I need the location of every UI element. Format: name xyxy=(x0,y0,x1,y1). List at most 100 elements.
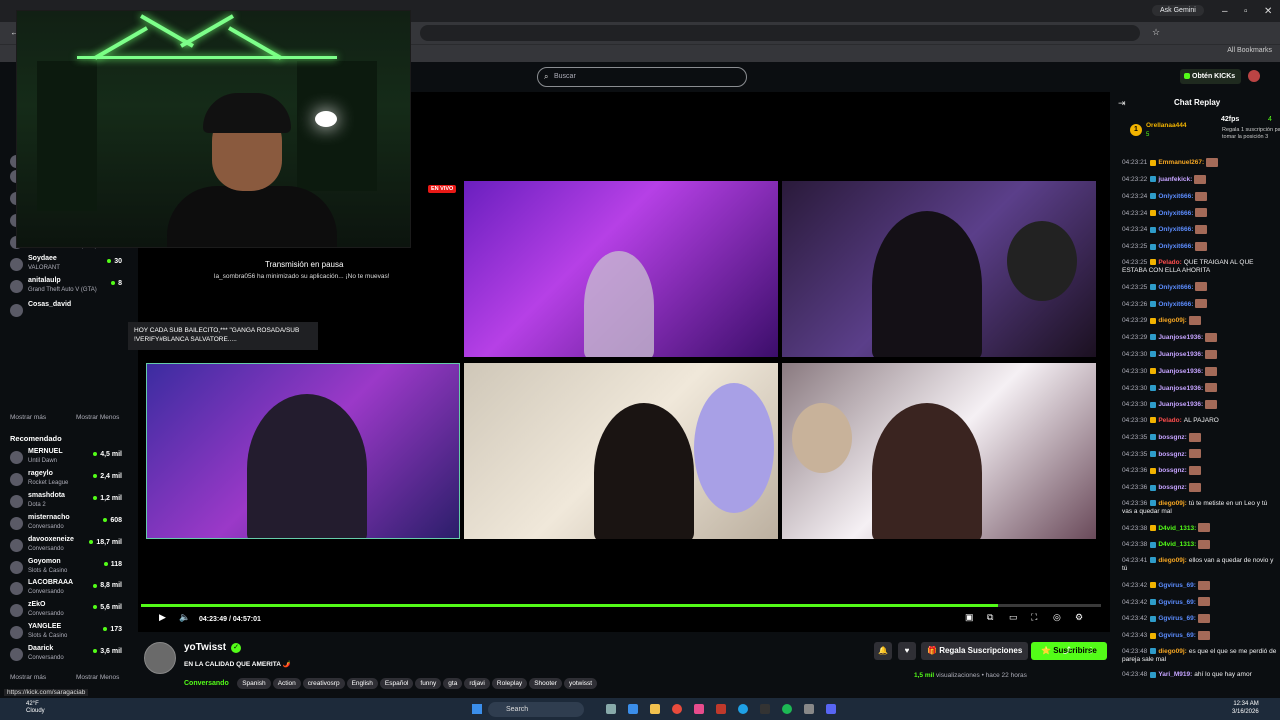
chrome-icon[interactable] xyxy=(672,704,682,714)
volume-icon[interactable]: 🔈 xyxy=(179,612,190,623)
copilot-icon[interactable] xyxy=(628,704,638,714)
file-explorer-icon[interactable] xyxy=(650,704,660,714)
message-username[interactable]: Ggvirus_69: xyxy=(1158,599,1196,606)
message-username[interactable]: Juanjose1936: xyxy=(1158,351,1203,358)
tag-chip[interactable]: creativosrp xyxy=(302,678,345,689)
message-username[interactable]: Onlyxit666: xyxy=(1158,284,1193,291)
message-username[interactable]: D4vid_1313: xyxy=(1158,541,1196,548)
message-username[interactable]: Ggvirus_69: xyxy=(1158,632,1196,639)
sidebar-channel[interactable]: MERNUEL Until Dawn 4,5 mil xyxy=(10,448,122,470)
minimize-icon[interactable]: – xyxy=(1222,6,1228,17)
star-icon[interactable]: ☆ xyxy=(1152,27,1160,38)
fullscreen-icon[interactable]: ⛶ xyxy=(1031,612,1037,623)
sidebar-channel[interactable]: Goyomon Slots & Casino 118 xyxy=(10,558,122,580)
discord-icon[interactable] xyxy=(826,704,836,714)
message-username[interactable]: juanfekick: xyxy=(1158,176,1192,183)
tag-chip[interactable]: English xyxy=(346,678,378,689)
more-options-icon[interactable]: ⋮ xyxy=(1082,642,1100,660)
share-icon[interactable]: ⤴ xyxy=(1058,642,1076,660)
tag-chip[interactable]: gta xyxy=(443,678,463,689)
sidebar-channel[interactable]: rageylo Rocket League 2,4 mil xyxy=(10,470,122,492)
message-username[interactable]: Onlyxit666: xyxy=(1158,243,1193,250)
sidebar-show-more-link[interactable]: Mostrar más xyxy=(10,414,46,421)
channel-avatar[interactable] xyxy=(144,642,176,674)
message-username[interactable]: diego09j: xyxy=(1158,317,1187,324)
message-username[interactable]: diego09j: xyxy=(1158,500,1187,507)
tag-chip[interactable]: funny xyxy=(415,678,442,689)
settings-icon[interactable]: ⚙ xyxy=(1075,612,1083,623)
heart-icon[interactable]: ♥ xyxy=(898,642,916,660)
get-kicks-button[interactable]: Obtén KICKs xyxy=(1180,69,1242,84)
message-username[interactable]: Juanjose1936: xyxy=(1158,401,1203,408)
quality-icon[interactable]: ◎ xyxy=(1053,612,1061,623)
message-username[interactable]: Onlyxit666: xyxy=(1158,210,1193,217)
tag-chip[interactable]: Action xyxy=(272,678,301,689)
message-username[interactable]: Ggvirus_69: xyxy=(1158,615,1196,622)
clip-icon[interactable]: ▣ xyxy=(965,612,974,623)
message-username[interactable]: Juanjose1936: xyxy=(1158,385,1203,392)
sidebar-show-less-link[interactable]: Mostrar Menos xyxy=(76,414,119,421)
message-username[interactable]: diego09j: xyxy=(1158,557,1187,564)
pinned-user[interactable]: Orellanaa444 xyxy=(1146,122,1186,129)
tag-chip[interactable]: Spanish xyxy=(237,678,271,689)
play-icon[interactable]: ▶ xyxy=(159,612,166,623)
taskbar-search[interactable]: Search xyxy=(488,702,584,717)
windows-start-icon[interactable] xyxy=(472,704,482,714)
sidebar-channel[interactable]: misternacho Conversando 608 xyxy=(10,514,122,536)
weather-widget[interactable]: 42°F Cloudy xyxy=(26,701,45,715)
ask-gemini-button[interactable]: Ask Gemini xyxy=(1152,5,1204,16)
sidebar-channel[interactable]: LACOBRAAA Conversando 8,8 mil xyxy=(10,579,122,601)
app-icon-4[interactable] xyxy=(804,704,814,714)
task-view-icon[interactable] xyxy=(606,704,616,714)
system-clock[interactable]: 12:34 AM 3/16/2026 xyxy=(1232,701,1259,716)
message-username[interactable]: D4vid_1313: xyxy=(1158,525,1196,532)
sidebar-channel[interactable]: Daarick Conversando 3,6 mil xyxy=(10,645,122,667)
tag-chip[interactable]: Shooter xyxy=(529,678,562,689)
edge-icon[interactable] xyxy=(738,704,748,714)
maximize-icon[interactable]: ▫ xyxy=(1244,6,1248,17)
tag-chip[interactable]: Roleplay xyxy=(491,678,528,689)
tag-chip[interactable]: Español xyxy=(379,678,414,689)
message-username[interactable]: Onlyxit666: xyxy=(1158,193,1193,200)
message-username[interactable]: Emmanuel267: xyxy=(1158,159,1204,166)
search-input[interactable]: ⌕ Buscar xyxy=(537,67,747,87)
message-username[interactable]: Yari_M919: xyxy=(1158,671,1192,678)
message-username[interactable]: Onlyxit666: xyxy=(1158,226,1193,233)
sidebar-show-less-2-link[interactable]: Mostrar Menos xyxy=(76,674,119,681)
sidebar-channel[interactable]: YANGLEE Slots & Casino 173 xyxy=(10,623,122,645)
sidebar-channel[interactable]: zEkO Conversando 5,6 mil xyxy=(10,601,122,623)
message-username[interactable]: Onlyxit666: xyxy=(1158,301,1193,308)
theater-icon[interactable]: ▭ xyxy=(1009,612,1018,623)
category-link[interactable]: Conversando xyxy=(184,680,229,687)
message-username[interactable]: Ggvirus_69: xyxy=(1158,582,1196,589)
sidebar-channel[interactable]: anitalaulp Grand Theft Auto V (GTA) 8 xyxy=(10,277,122,299)
app-icon-1[interactable] xyxy=(694,704,704,714)
sidebar-show-more-2-link[interactable]: Mostrar más xyxy=(10,674,46,681)
message-username[interactable]: bossgnz: xyxy=(1158,451,1187,458)
message-username[interactable]: bossgnz: xyxy=(1158,484,1187,491)
message-username[interactable]: Juanjose1936: xyxy=(1158,368,1203,375)
message-username[interactable]: Pelado: xyxy=(1158,417,1181,424)
message-username[interactable]: Pelado: xyxy=(1158,259,1181,266)
url-field[interactable] xyxy=(420,25,1140,41)
message-username[interactable]: diego09j: xyxy=(1158,648,1187,655)
spotify-icon[interactable] xyxy=(782,704,792,714)
app-icon-2[interactable] xyxy=(716,704,726,714)
sidebar-channel[interactable]: Cosas_david xyxy=(10,301,122,323)
sidebar-channel[interactable]: davooxeneize Conversando 18,7 mil xyxy=(10,536,122,558)
collapse-chat-icon[interactable]: ⇥ xyxy=(1118,98,1126,109)
message-username[interactable]: bossgnz: xyxy=(1158,434,1187,441)
tag-chip[interactable]: yotwisst xyxy=(563,678,598,689)
miniplayer-icon[interactable]: ⧉ xyxy=(987,612,993,623)
channel-name[interactable]: yoTwisst xyxy=(184,642,226,653)
user-avatar[interactable] xyxy=(1248,70,1260,82)
tag-chip[interactable]: rdjavi xyxy=(464,678,490,689)
app-icon-3[interactable] xyxy=(760,704,770,714)
bell-icon[interactable]: 🔔 xyxy=(874,642,892,660)
sidebar-channel[interactable]: Soydaee VALORANT 30 xyxy=(10,255,122,277)
message-username[interactable]: bossgnz: xyxy=(1158,467,1187,474)
gift-subs-button[interactable]: 🎁 Regala Suscripciones xyxy=(921,642,1029,660)
message-username[interactable]: Juanjose1936: xyxy=(1158,334,1203,341)
close-icon[interactable]: ✕ xyxy=(1264,6,1272,17)
progress-bar[interactable] xyxy=(141,604,1101,607)
